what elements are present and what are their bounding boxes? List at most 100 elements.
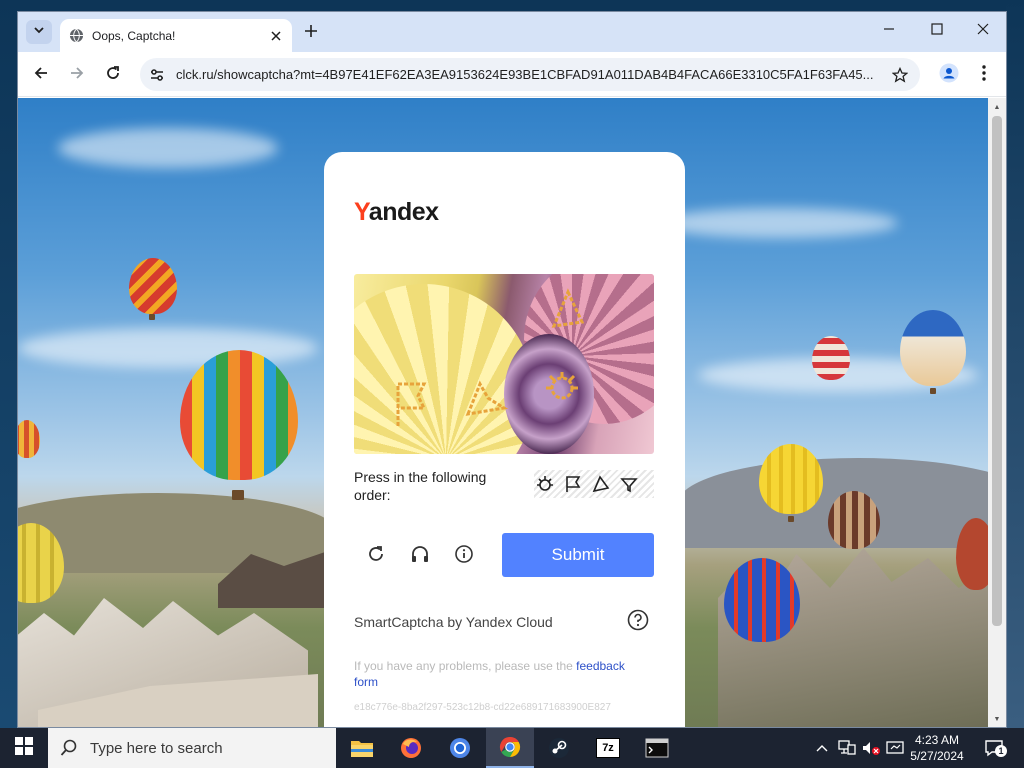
notification-center-button[interactable]: 1 xyxy=(980,728,1008,768)
clock-time: 4:23 AM xyxy=(914,733,960,747)
reload-button[interactable] xyxy=(100,62,126,88)
hot-air-balloon xyxy=(759,444,823,514)
funnel-outline-icon[interactable] xyxy=(464,378,508,420)
captcha-order-icons xyxy=(534,470,654,498)
show-hidden-icons-button[interactable] xyxy=(812,728,832,768)
profile-button[interactable] xyxy=(936,62,962,88)
cone-outline-icon[interactable] xyxy=(550,288,586,332)
network-icon[interactable] xyxy=(836,728,858,768)
tune-icon[interactable] xyxy=(148,66,166,84)
7zip-icon[interactable]: 7z xyxy=(584,728,632,768)
flag-outline-icon[interactable] xyxy=(390,378,430,430)
page-viewport: Yandex Press in the following order: Sub… xyxy=(18,98,990,727)
file-explorer-icon[interactable] xyxy=(338,728,386,768)
notification-count-badge: 1 xyxy=(995,745,1007,757)
cone-icon xyxy=(590,473,612,495)
profile-icon xyxy=(939,63,959,88)
forward-arrow-icon xyxy=(69,65,85,86)
forward-button[interactable] xyxy=(64,62,90,88)
bug-icon xyxy=(534,473,556,495)
captcha-card: Yandex Press in the following order: Sub… xyxy=(324,152,685,727)
back-button[interactable] xyxy=(28,62,54,88)
steam-icon[interactable] xyxy=(535,728,583,768)
browser-toolbar: clck.ru/showcaptcha?mt=4B97E41EF62EA3EA9… xyxy=(18,52,1006,97)
funnel-icon xyxy=(618,473,640,495)
terminal-icon[interactable] xyxy=(633,728,681,768)
hot-air-balloon xyxy=(812,336,850,380)
new-tab-button[interactable] xyxy=(300,22,322,44)
maximize-button[interactable] xyxy=(914,18,960,44)
firefox-icon[interactable] xyxy=(387,728,435,768)
globe-icon xyxy=(68,28,84,44)
captcha-image[interactable] xyxy=(354,274,654,454)
chevron-up-icon xyxy=(816,739,828,757)
cloud xyxy=(18,328,318,368)
search-icon xyxy=(60,739,78,757)
chevron-down-icon xyxy=(33,23,45,41)
refresh-button[interactable] xyxy=(362,542,390,570)
scrollbar-thumb[interactable] xyxy=(992,116,1002,626)
notification-icon: 1 xyxy=(984,739,1007,757)
clock-date: 5/27/2024 xyxy=(910,749,964,763)
url-text[interactable]: clck.ru/showcaptcha?mt=4B97E41EF62EA3EA9… xyxy=(176,67,880,82)
reload-icon xyxy=(105,65,121,86)
display-icon[interactable] xyxy=(884,728,906,768)
windows-logo-icon xyxy=(15,736,33,760)
balloon-basket xyxy=(930,388,936,394)
back-arrow-icon xyxy=(33,65,49,86)
taskbar-search[interactable]: Type here to search xyxy=(48,728,336,768)
hot-air-balloon xyxy=(900,310,966,386)
balloon-basket xyxy=(788,516,794,522)
submit-button[interactable]: Submit xyxy=(502,533,654,577)
distant-hills xyxy=(18,493,338,573)
help-button[interactable] xyxy=(626,609,650,636)
cloud xyxy=(58,128,278,168)
address-bar[interactable]: clck.ru/showcaptcha?mt=4B97E41EF62EA3EA9… xyxy=(140,58,920,91)
refresh-icon xyxy=(366,544,386,569)
desktop-background-right xyxy=(1006,0,1024,728)
tab-strip: Oops, Captcha! xyxy=(18,12,1006,52)
yandex-logo: Yandex xyxy=(354,198,439,226)
chrome-icon[interactable] xyxy=(486,728,534,768)
cloud xyxy=(658,208,898,238)
maximize-icon xyxy=(931,22,943,40)
headphones-icon xyxy=(410,544,430,569)
minimize-button[interactable] xyxy=(866,18,912,44)
question-circle-icon xyxy=(627,609,649,636)
volume-muted-icon[interactable] xyxy=(860,728,882,768)
balloon-basket xyxy=(232,490,244,500)
hot-air-balloon xyxy=(18,420,40,458)
feedback-note: If you have any problems, please use the… xyxy=(354,659,625,689)
tab-title: Oops, Captcha! xyxy=(92,28,176,43)
hot-air-balloon xyxy=(956,518,990,590)
plus-icon xyxy=(304,24,318,43)
browser-window: Oops, Captcha! clck.ru/showcaptcha?mt=4B… xyxy=(17,11,1007,728)
info-button[interactable] xyxy=(450,542,478,570)
bug-outline-icon[interactable] xyxy=(542,368,582,408)
audio-challenge-button[interactable] xyxy=(406,542,434,570)
hot-air-balloon xyxy=(129,258,177,314)
tab-oops-captcha[interactable]: Oops, Captcha! xyxy=(60,19,292,52)
windows-taskbar: Type here to search 7z 4:23 AM 5/27/2024 xyxy=(0,728,1024,768)
start-button[interactable] xyxy=(0,728,48,768)
page-scrollbar[interactable]: ▲ ▼ xyxy=(988,98,1006,727)
chromium-icon[interactable] xyxy=(436,728,484,768)
close-window-button[interactable] xyxy=(960,18,1006,44)
captcha-instruction: Press in the following order: xyxy=(354,469,487,503)
close-icon[interactable] xyxy=(268,28,284,44)
star-icon[interactable] xyxy=(890,65,910,85)
balloon-basket xyxy=(149,314,155,320)
menu-button[interactable] xyxy=(971,62,997,88)
scroll-down-arrow-icon[interactable]: ▼ xyxy=(992,714,1002,724)
hot-air-balloon xyxy=(828,491,880,549)
tab-search-dropdown[interactable] xyxy=(26,20,52,44)
scroll-up-arrow-icon[interactable]: ▲ xyxy=(992,102,1002,112)
flag-icon xyxy=(562,473,584,495)
hot-air-balloon xyxy=(180,350,298,480)
system-clock[interactable]: 4:23 AM 5/27/2024 xyxy=(906,732,968,764)
kebab-menu-icon xyxy=(982,64,986,86)
info-icon xyxy=(454,544,474,569)
minimize-icon xyxy=(883,22,895,40)
request-id: e18c776e-8ba2f297-523c12b8-cd22e68917168… xyxy=(354,702,611,713)
hot-air-balloon xyxy=(724,558,800,642)
